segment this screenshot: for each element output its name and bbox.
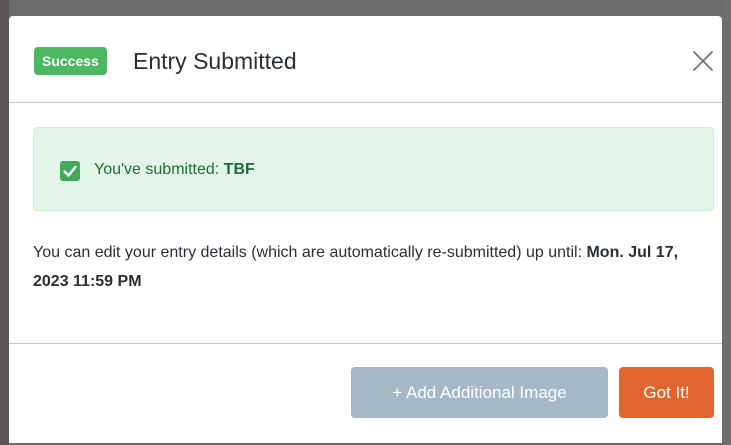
edit-info-message: You can edit your entry details (which a… bbox=[33, 244, 583, 261]
success-alert: You've submitted: TBF bbox=[33, 127, 714, 211]
close-icon bbox=[693, 51, 713, 71]
check-icon bbox=[60, 161, 80, 181]
add-additional-image-button[interactable]: + Add Additional Image bbox=[351, 367, 608, 418]
modal-header: Success Entry Submitted bbox=[9, 16, 722, 103]
got-it-button[interactable]: Got It! bbox=[619, 367, 714, 418]
close-button[interactable] bbox=[688, 46, 718, 76]
entry-submitted-modal: Success Entry Submitted You've submitted… bbox=[9, 16, 722, 443]
footer-divider bbox=[9, 343, 722, 344]
edit-info-text: You can edit your entry details (which a… bbox=[33, 238, 713, 296]
page-backdrop-right bbox=[722, 0, 731, 445]
modal-title: Entry Submitted bbox=[133, 48, 297, 74]
page-backdrop-left bbox=[0, 0, 9, 445]
success-badge: Success bbox=[34, 47, 107, 75]
submitted-label: You've submitted: bbox=[94, 161, 220, 178]
submitted-message: You've submitted: TBF bbox=[94, 160, 255, 180]
submitted-value: TBF bbox=[223, 161, 255, 178]
